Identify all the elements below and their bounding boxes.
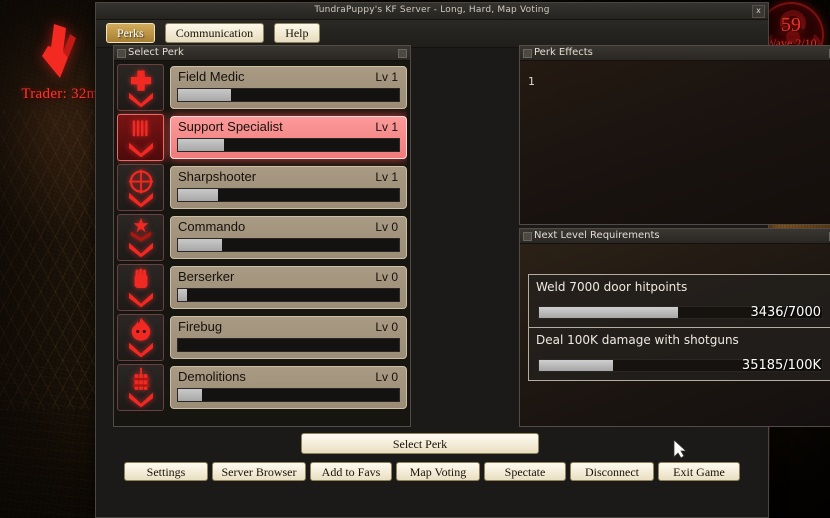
next-level-panel-header: Next Level Requirements <box>520 229 830 244</box>
perk-level: Lv 0 <box>375 270 398 284</box>
perk-info: Field Medic Lv 1 <box>170 66 407 109</box>
perk-info: Berserker Lv 0 <box>170 266 407 309</box>
perk-progress-bar <box>177 138 400 152</box>
perk-name: Berserker <box>178 269 235 284</box>
perk-info: Commando Lv 0 <box>170 216 407 259</box>
panel-corner-marker-left <box>523 49 532 58</box>
game-screen: Trader: 32m 59 Wave 2/10 TundraPuppy's K… <box>0 0 830 518</box>
perk-progress-bar <box>177 188 400 202</box>
window-title: TundraPuppy's KF Server - Long, Hard, Ma… <box>314 5 550 15</box>
perk-info: Firebug Lv 0 <box>170 316 407 359</box>
perk-row-firebug[interactable]: Firebug Lv 0 <box>117 314 407 361</box>
requirement-label: Weld 7000 door hitpoints <box>536 280 688 294</box>
requirement-value: 35185/100K <box>741 358 821 373</box>
trader-label: Trader: 32m <box>21 86 99 102</box>
tab-strip: Perks Communication Help <box>96 20 768 48</box>
button-disconnect[interactable]: Disconnect <box>570 462 654 481</box>
perk-effects-panel-header: Perk Effects <box>520 46 830 61</box>
next-level-panel-body: Weld 7000 door hitpoints 3436/7000 Deal 10… <box>520 244 830 426</box>
requirement-list: Weld 7000 door hitpoints 3436/7000 Deal 10… <box>528 274 830 381</box>
medic-cross-icon <box>117 64 164 111</box>
button-add-to-favs[interactable]: Add to Favs <box>310 462 392 481</box>
requirement-item: Deal 100K damage with shotguns 35185/100K <box>529 327 830 380</box>
flame-icon <box>117 314 164 361</box>
tab-perks[interactable]: Perks <box>106 23 155 43</box>
tab-communication[interactable]: Communication <box>164 23 265 43</box>
next-level-panel-title: Next Level Requirements <box>534 230 660 241</box>
button-map-voting[interactable]: Map Voting <box>396 462 480 481</box>
button-spectate[interactable]: Spectate <box>484 462 566 481</box>
chevron-star-icon <box>117 214 164 261</box>
perk-row-support-specialist[interactable]: Support Specialist Lv 1 <box>117 114 407 161</box>
fist-icon <box>117 264 164 311</box>
panel-corner-marker-left <box>117 49 126 58</box>
perk-name: Field Medic <box>178 69 245 84</box>
perk-progress-bar <box>177 288 400 302</box>
perk-name: Firebug <box>178 319 223 334</box>
bottom-button-row: Settings Server Browser Add to Favs Map Vot… <box>124 461 764 481</box>
perk-row-field-medic[interactable]: Field Medic Lv 1 <box>117 64 407 111</box>
requirement-label: Deal 100K damage with shotguns <box>536 333 739 347</box>
perk-name: Commando <box>178 219 246 234</box>
tab-help[interactable]: Help <box>274 23 320 43</box>
select-perk-panel: Select Perk Field Medic Lv 1 Support Speci… <box>113 45 411 427</box>
requirement-value: 3436/7000 <box>750 305 821 320</box>
select-perk-panel-body: Field Medic Lv 1 Support Specialist Lv 1 Sha… <box>114 61 410 426</box>
perk-row-berserker[interactable]: Berserker Lv 0 <box>117 264 407 311</box>
close-icon[interactable]: x <box>752 5 765 18</box>
button-exit-game[interactable]: Exit Game <box>658 462 740 481</box>
perk-level: Lv 1 <box>375 170 398 184</box>
select-perk-panel-title: Select Perk <box>128 47 184 58</box>
perk-effects-panel-title: Perk Effects <box>534 47 593 58</box>
shotgun-shells-icon <box>117 114 164 161</box>
perk-effects-panel: Perk Effects 1 <box>519 45 830 225</box>
crosshair-icon <box>117 164 164 211</box>
perk-info: Demolitions Lv 0 <box>170 366 407 409</box>
perk-name: Support Specialist <box>178 119 283 134</box>
panel-corner-marker-right <box>398 49 407 58</box>
requirement-item: Weld 7000 door hitpoints 3436/7000 <box>529 275 830 327</box>
perk-row-commando[interactable]: Commando Lv 0 <box>117 214 407 261</box>
perk-level: Lv 1 <box>375 120 398 134</box>
perk-row-sharpshooter[interactable]: Sharpshooter Lv 1 <box>117 164 407 211</box>
perk-effects-panel-body: 1 <box>520 61 830 224</box>
next-level-requirements-panel: Next Level Requirements Weld 7000 door h… <box>519 228 830 427</box>
perk-row-demolitions[interactable]: Demolitions Lv 0 <box>117 364 407 411</box>
button-settings[interactable]: Settings <box>124 462 208 481</box>
perk-list: Field Medic Lv 1 Support Specialist Lv 1 Sha… <box>117 64 407 423</box>
perk-progress-bar <box>177 338 400 352</box>
perk-name: Demolitions <box>178 369 246 384</box>
select-perk-button[interactable]: Select Perk <box>301 433 539 454</box>
requirement-progress: 35185/100K <box>536 358 825 374</box>
select-perk-panel-header: Select Perk <box>114 46 410 61</box>
perk-dialog-window: TundraPuppy's KF Server - Long, Hard, Ma… <box>95 2 830 518</box>
trader-indicator: Trader: 32m <box>12 22 108 103</box>
requirement-progress: 3436/7000 <box>536 305 825 321</box>
perk-level: Lv 1 <box>375 70 398 84</box>
perk-level: Lv 0 <box>375 320 398 334</box>
window-title-bar: TundraPuppy's KF Server - Long, Hard, Ma… <box>96 3 768 20</box>
perk-progress-bar <box>177 88 400 102</box>
button-server-browser[interactable]: Server Browser <box>212 462 306 481</box>
dynamite-icon <box>117 364 164 411</box>
perk-effects-text: 1 <box>528 75 535 88</box>
perk-info: Sharpshooter Lv 1 <box>170 166 407 209</box>
panel-corner-marker-left <box>523 232 532 241</box>
perk-info: Support Specialist Lv 1 <box>170 116 407 159</box>
perk-progress-bar <box>177 388 400 402</box>
perk-level: Lv 0 <box>375 370 398 384</box>
perk-progress-bar <box>177 238 400 252</box>
perk-level: Lv 0 <box>375 220 398 234</box>
perk-name: Sharpshooter <box>178 169 257 184</box>
red-down-arrow-icon <box>32 22 88 80</box>
